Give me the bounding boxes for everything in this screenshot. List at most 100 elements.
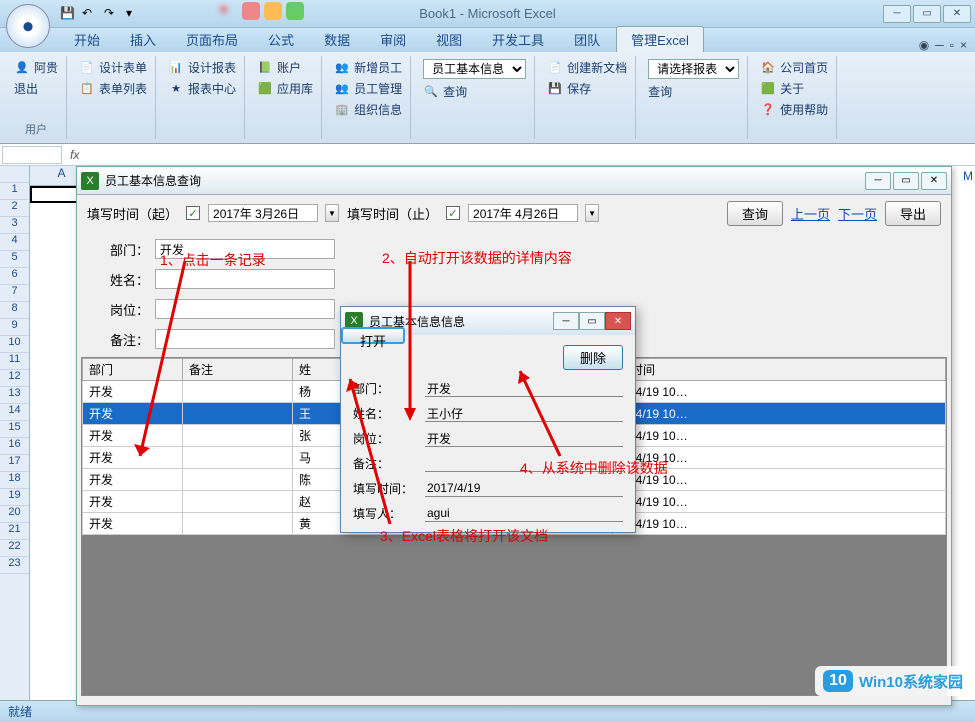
- account-icon: 📗: [257, 60, 273, 76]
- user-icon: 👤: [14, 60, 30, 76]
- tab-team[interactable]: 团队: [560, 27, 614, 52]
- end-date-input[interactable]: [468, 204, 578, 222]
- open-button[interactable]: 打开: [341, 327, 405, 344]
- restore-button[interactable]: ▭: [913, 5, 941, 23]
- prev-page-link[interactable]: 上一页: [791, 204, 830, 223]
- delete-button[interactable]: 删除: [563, 345, 623, 370]
- design-report-item[interactable]: 📊设计报表: [166, 58, 238, 77]
- note-input[interactable]: [155, 329, 335, 349]
- next-page-link[interactable]: 下一页: [838, 204, 877, 223]
- mdi-min-icon[interactable]: ─: [935, 38, 944, 52]
- report-select[interactable]: 请选择报表: [648, 59, 739, 79]
- account-item[interactable]: 📗账户: [255, 58, 315, 77]
- tab-layout[interactable]: 页面布局: [172, 27, 252, 52]
- tab-insert[interactable]: 插入: [116, 27, 170, 52]
- mdi-restore-icon[interactable]: ▫: [950, 38, 954, 52]
- mdi-close-icon[interactable]: ×: [960, 38, 967, 52]
- query-item[interactable]: 🔍查询: [421, 82, 528, 101]
- design-form-item[interactable]: 📄设计表单: [77, 58, 149, 77]
- qat-dropdown-icon[interactable]: ▾: [126, 6, 142, 22]
- new-doc-item[interactable]: 📄创建新文档: [545, 58, 629, 77]
- detail-user[interactable]: [425, 505, 623, 522]
- redo-icon[interactable]: ↷: [104, 6, 120, 22]
- home-icon: 🏠: [760, 60, 776, 76]
- detail-time[interactable]: [425, 480, 623, 497]
- tab-home[interactable]: 开始: [60, 27, 114, 52]
- minimize-button[interactable]: ─: [883, 5, 911, 23]
- titlebar: ⬤ 💾 ↶ ↷ ▾ Book1 - Microsoft Excel ■ ─ ▭ …: [0, 0, 975, 28]
- col-note[interactable]: 备注: [183, 359, 293, 381]
- org-info-item[interactable]: 🏢组织信息: [332, 100, 404, 119]
- detail-close-button[interactable]: ✕: [605, 312, 631, 330]
- close-button[interactable]: ✕: [943, 5, 971, 23]
- tab-review[interactable]: 审阅: [366, 27, 420, 52]
- qwin-close-button[interactable]: ✕: [921, 172, 947, 190]
- name-box[interactable]: [2, 146, 62, 164]
- tab-manage-excel[interactable]: 管理Excel: [616, 26, 704, 52]
- detail-name[interactable]: [425, 405, 623, 422]
- ribbon-tabs: 开始 插入 页面布局 公式 数据 审阅 视图 开发工具 团队 管理Excel ◉…: [0, 28, 975, 52]
- tab-view[interactable]: 视图: [422, 27, 476, 52]
- form-select[interactable]: 员工基本信息: [423, 59, 526, 79]
- app-lib-item[interactable]: 🟩应用库: [255, 79, 315, 98]
- save-icon[interactable]: 💾: [60, 6, 76, 22]
- detail-post[interactable]: [425, 430, 623, 447]
- qwin-min-button[interactable]: ─: [865, 172, 891, 190]
- post-label: 岗位：: [95, 300, 155, 319]
- col-time[interactable]: 建时间: [613, 359, 946, 381]
- export-button[interactable]: 导出: [885, 201, 941, 226]
- report-query-item[interactable]: 查询: [646, 82, 741, 101]
- row-headers: 1234567891011121314151617181920212223: [0, 166, 30, 700]
- qwin-max-button[interactable]: ▭: [893, 172, 919, 190]
- end-date-dropdown[interactable]: ▼: [585, 204, 599, 222]
- detail-min-button[interactable]: ─: [553, 312, 579, 330]
- detail-note[interactable]: [425, 455, 623, 472]
- about-item[interactable]: 🟩关于: [758, 79, 830, 98]
- save-item[interactable]: 💾保存: [545, 79, 629, 98]
- office-button[interactable]: ⬤: [6, 4, 50, 48]
- detail-max-button[interactable]: ▭: [579, 312, 605, 330]
- dept-input[interactable]: [155, 239, 335, 259]
- list-icon: 📋: [79, 81, 95, 97]
- end-date-check[interactable]: ✓: [446, 206, 460, 220]
- new-doc-icon: 📄: [547, 60, 563, 76]
- workarea: fx 1234567891011121314151617181920212223…: [0, 144, 975, 700]
- report-center-item[interactable]: ★报表中心: [166, 79, 238, 98]
- post-input[interactable]: [155, 299, 335, 319]
- star-icon: ★: [168, 81, 184, 97]
- start-date-check[interactable]: ✓: [186, 206, 200, 220]
- user-name-item[interactable]: 👤阿贵: [12, 58, 60, 77]
- add-employee-item[interactable]: 👥新增员工: [332, 58, 404, 77]
- help-item[interactable]: ❓使用帮助: [758, 100, 830, 119]
- homepage-item[interactable]: 🏠公司首页: [758, 58, 830, 77]
- dept-label: 部门：: [95, 240, 155, 259]
- quick-access-toolbar: 💾 ↶ ↷ ▾: [60, 6, 142, 22]
- excel-icon: X: [81, 172, 99, 190]
- cells-area[interactable]: A M X 员工基本信息查询 ─ ▭ ✕ 填写时间（起） ✓: [30, 166, 975, 700]
- end-date-label: 填写时间（止）: [347, 204, 438, 223]
- start-date-input[interactable]: [208, 204, 318, 222]
- status-text: 就绪: [8, 703, 32, 720]
- detail-dept[interactable]: [425, 380, 623, 397]
- tab-formula[interactable]: 公式: [254, 27, 308, 52]
- name-input[interactable]: [155, 269, 335, 289]
- save-icon2: 💾: [547, 81, 563, 97]
- help-icon2: ❓: [760, 102, 776, 118]
- form-icon: 📄: [79, 60, 95, 76]
- fx-icon[interactable]: fx: [64, 148, 85, 162]
- tab-data[interactable]: 数据: [310, 27, 364, 52]
- watermark-blur: ■: [220, 2, 304, 20]
- form-list-item[interactable]: 📋表单列表: [77, 79, 149, 98]
- users-icon: 👥: [334, 81, 350, 97]
- query-button[interactable]: 查询: [727, 201, 783, 226]
- info-icon: 🟩: [760, 81, 776, 97]
- logout-item[interactable]: 退出: [12, 79, 60, 98]
- employee-mgmt-item[interactable]: 👥员工管理: [332, 79, 404, 98]
- window-title: Book1 - Microsoft Excel: [0, 6, 975, 21]
- col-dept[interactable]: 部门: [83, 359, 183, 381]
- watermark-logo: 10 Win10系统家园: [815, 666, 971, 696]
- start-date-dropdown[interactable]: ▼: [325, 204, 339, 222]
- help-icon[interactable]: ◉: [919, 38, 929, 52]
- tab-dev[interactable]: 开发工具: [478, 27, 558, 52]
- undo-icon[interactable]: ↶: [82, 6, 98, 22]
